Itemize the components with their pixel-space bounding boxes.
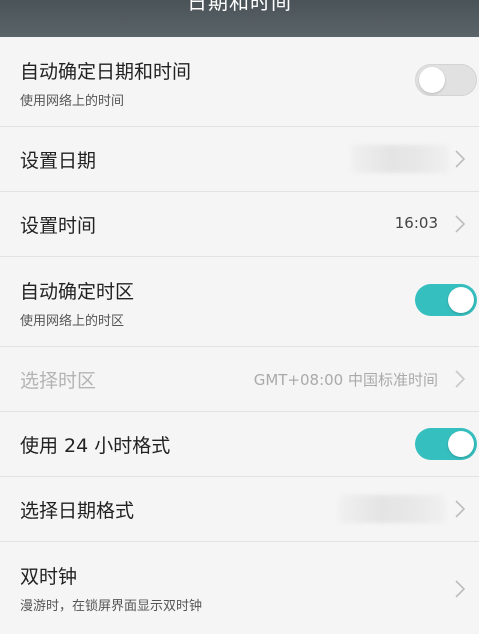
toggle-knob xyxy=(448,431,474,457)
setting-subtitle: 使用网络上的时区 xyxy=(20,314,125,329)
setting-use-24h[interactable]: 使用 24 小时格式 xyxy=(0,412,479,477)
setting-subtitle: 漫游时，在锁屏界面显示双时钟 xyxy=(20,599,203,614)
chevron-right-icon xyxy=(455,370,466,388)
date-value-redacted xyxy=(351,145,449,173)
setting-set-time[interactable]: 设置时间 16:03 xyxy=(0,192,479,257)
auto-timezone-toggle[interactable] xyxy=(415,284,477,316)
setting-set-date[interactable]: 设置日期 xyxy=(0,127,479,192)
page-title: 日期和时间 xyxy=(187,0,292,14)
setting-label: 自动确定时区 xyxy=(20,281,135,303)
setting-dual-clock[interactable]: 双时钟 漫游时，在锁屏界面显示双时钟 xyxy=(0,542,479,634)
setting-label: 设置日期 xyxy=(20,150,97,172)
timezone-value: GMT+08:00 中国标准时间 xyxy=(253,371,438,389)
setting-label: 设置时间 xyxy=(20,215,97,237)
chevron-right-icon xyxy=(455,580,466,598)
setting-label: 使用 24 小时格式 xyxy=(20,435,171,457)
time-value: 16:03 xyxy=(394,214,438,232)
toggle-knob xyxy=(419,67,445,93)
setting-auto-datetime[interactable]: 自动确定日期和时间 使用网络上的时间 xyxy=(0,37,479,127)
setting-label: 双时钟 xyxy=(20,566,78,588)
setting-date-format[interactable]: 选择日期格式 xyxy=(0,477,479,542)
setting-label: 选择日期格式 xyxy=(20,500,135,522)
toggle-knob xyxy=(448,287,474,313)
setting-label: 选择时区 xyxy=(20,370,97,392)
setting-subtitle: 使用网络上的时间 xyxy=(20,94,125,109)
use-24h-toggle[interactable] xyxy=(415,428,477,460)
settings-list: 自动确定日期和时间 使用网络上的时间 设置日期 设置时间 16:03 自动确定时… xyxy=(0,37,479,634)
chevron-right-icon xyxy=(455,500,466,518)
setting-auto-timezone[interactable]: 自动确定时区 使用网络上的时区 xyxy=(0,257,479,347)
setting-select-timezone[interactable]: 选择时区 GMT+08:00 中国标准时间 xyxy=(0,347,479,412)
setting-label: 自动确定日期和时间 xyxy=(20,61,192,83)
app-header: 日期和时间 xyxy=(0,0,479,37)
auto-datetime-toggle[interactable] xyxy=(415,64,477,96)
date-format-value-redacted xyxy=(339,495,445,523)
chevron-right-icon xyxy=(455,150,466,168)
chevron-right-icon xyxy=(455,215,466,233)
